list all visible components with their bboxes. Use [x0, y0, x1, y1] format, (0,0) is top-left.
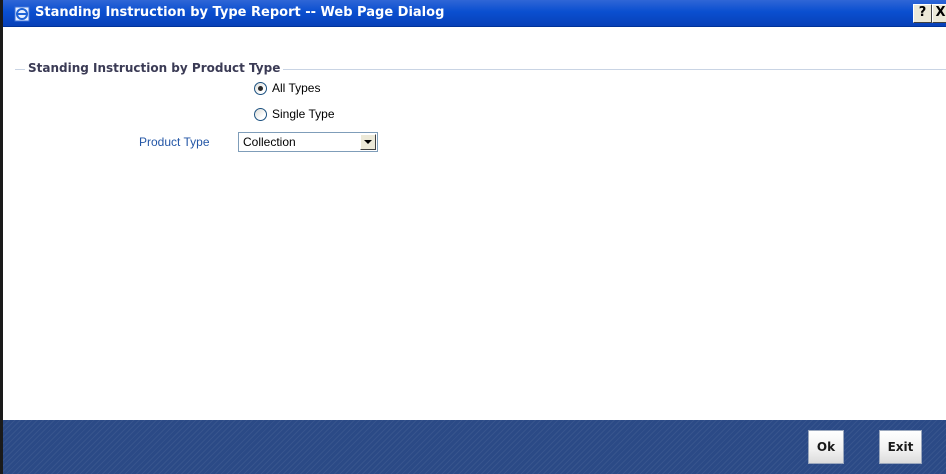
radio-all-types[interactable]: All Types [254, 80, 320, 96]
radio-single-type[interactable]: Single Type [254, 106, 335, 122]
exit-button[interactable]: Exit [879, 430, 922, 464]
dialog-window: Standing Instruction by Type Report -- W… [0, 0, 946, 474]
product-type-label: Product Type [139, 135, 210, 149]
chevron-down-icon[interactable] [360, 134, 376, 150]
radio-label-single-type: Single Type [272, 107, 335, 121]
radio-button-all-types[interactable] [254, 81, 267, 95]
product-type-select[interactable]: Collection [238, 132, 378, 152]
section-legend: Standing Instruction by Product Type [25, 61, 284, 75]
product-type-value: Collection [243, 135, 296, 149]
radio-label-all-types: All Types [272, 81, 321, 95]
ie-page-icon [14, 6, 30, 22]
help-button[interactable]: ? [913, 4, 932, 23]
footer-bar [3, 420, 946, 474]
ok-button[interactable]: Ok [808, 430, 844, 464]
window-title: Standing Instruction by Type Report -- W… [35, 5, 445, 20]
close-button[interactable]: X [932, 4, 946, 23]
radio-button-single-type[interactable] [254, 107, 267, 121]
title-bar: Standing Instruction by Type Report -- W… [3, 0, 946, 27]
